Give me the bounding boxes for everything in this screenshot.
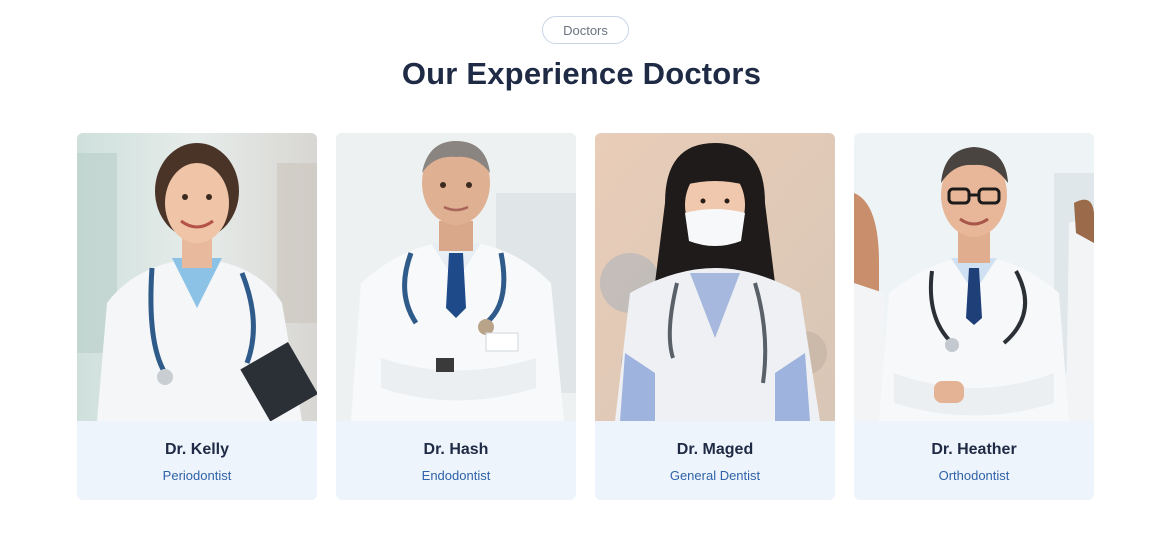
doctor-photo: [336, 133, 576, 421]
doctor-card-maged[interactable]: Dr. Maged General Dentist: [595, 133, 835, 500]
doctor-info: Dr. Kelly Periodontist: [77, 421, 317, 500]
doctor-card-hash[interactable]: Dr. Hash Endodontist: [336, 133, 576, 500]
doctor-name: Dr. Heather: [931, 441, 1017, 458]
doctors-section: Doctors Our Experience Doctors Dr. Kelly…: [0, 0, 1163, 555]
doctor-photo: [595, 133, 835, 421]
doctor-info: Dr. Hash Endodontist: [336, 421, 576, 500]
doctor-role: General Dentist: [669, 468, 761, 483]
doctor-cards: Dr. Kelly Periodontist Dr. Hash Endodont…: [77, 133, 1094, 500]
doctor-name: Dr. Kelly: [164, 441, 230, 458]
doctor-card-kelly[interactable]: Dr. Kelly Periodontist: [77, 133, 317, 500]
section-title: Our Experience Doctors: [401, 56, 762, 91]
doctor-role: Periodontist: [162, 468, 232, 483]
doctor-role: Endodontist: [421, 468, 491, 483]
doctor-role: Orthodontist: [938, 468, 1010, 483]
section-badge: Doctors: [542, 16, 629, 44]
doctor-name: Dr. Maged: [676, 441, 754, 458]
doctor-photo: [854, 133, 1094, 421]
doctor-info: Dr. Maged General Dentist: [595, 421, 835, 500]
doctor-photo: [77, 133, 317, 421]
doctor-info: Dr. Heather Orthodontist: [854, 421, 1094, 500]
doctor-card-heather[interactable]: Dr. Heather Orthodontist: [854, 133, 1094, 500]
doctor-name: Dr. Hash: [423, 441, 489, 458]
